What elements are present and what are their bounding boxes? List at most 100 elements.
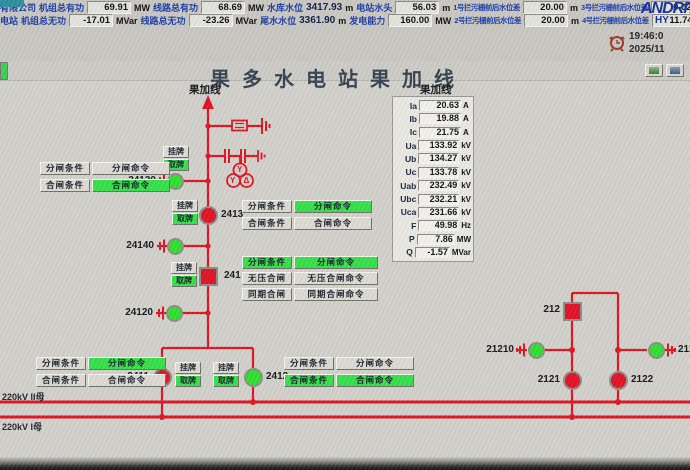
toolbar-icon-1[interactable] — [645, 64, 663, 77]
alarm-bell-icon — [608, 33, 626, 53]
tag-button-2413[interactable]: 挂牌 — [172, 200, 198, 212]
trashrack3-label: 3号拦污栅前后水位差 — [581, 2, 648, 13]
toolbar-icon-2[interactable] — [666, 64, 684, 77]
measure-row-ic: Ic21.75A — [395, 127, 471, 138]
close-cond-24130[interactable]: 合闸条件 — [40, 179, 90, 192]
label-2413: 2413 — [221, 209, 243, 220]
top-info-row-2: 电站 机组总无功 -17.01 MVar 线路总无功 -23.26 MVar 尾… — [0, 14, 690, 27]
measure-row-q: Q-1.57MVar — [395, 247, 471, 258]
trashrack1-value: 20.00 — [523, 1, 567, 14]
label-bus-1: 220kV I母 — [2, 420, 42, 433]
label-21210: 21210 — [482, 344, 514, 355]
titlebar-fragment — [0, 0, 24, 7]
units-total-q-value: -17.01 — [69, 14, 113, 27]
breaker-212[interactable] — [563, 302, 582, 321]
measure-value: 133.78 — [418, 167, 459, 178]
reservoir-level-label: 水库水位 — [267, 1, 303, 14]
close-cmd-2412[interactable]: 合闸命令 — [336, 374, 414, 387]
close-cond-2413[interactable]: 合闸条件 — [242, 217, 292, 230]
andritz-logo-text: ANDRIT — [641, 1, 690, 16]
tag-button-241[interactable]: 挂牌 — [171, 262, 197, 274]
sync-cond-241[interactable]: 同期合闸 — [242, 288, 292, 301]
lines-total-p-unit: MW — [248, 3, 264, 13]
open-cmd-241[interactable]: 分闸命令 — [294, 256, 378, 269]
disconnector-24140[interactable] — [167, 238, 184, 255]
clock-time: 19:46:0 — [629, 30, 690, 43]
sync-cmd-241[interactable]: 同期合闸命令 — [294, 288, 378, 301]
close-cmd-2413[interactable]: 合闸命令 — [294, 217, 372, 230]
measure-row-ib: Ib19.88A — [395, 113, 471, 124]
tag-button-2412[interactable]: 挂牌 — [213, 362, 239, 374]
close-cmd-2411[interactable]: 合闸命令 — [88, 374, 166, 387]
earthswitch-21210[interactable] — [528, 342, 545, 359]
label-21220: 21220 — [678, 344, 690, 355]
untag-button-241[interactable]: 取牌 — [171, 275, 197, 287]
untag-button-2413[interactable]: 取牌 — [172, 213, 198, 225]
side-green-tab[interactable] — [0, 62, 8, 80]
tailwater-level-label: 尾水水位 — [260, 14, 296, 27]
measure-unit: A — [463, 114, 469, 123]
trashrack2-unit: m — [571, 16, 579, 26]
measure-value: -1.57 — [415, 247, 450, 258]
measure-name: Ia — [395, 101, 417, 111]
open-cond-24130[interactable]: 分闸条件 — [40, 162, 90, 175]
capacity-unit: MW — [435, 16, 451, 26]
measure-name: Ubc — [395, 194, 416, 204]
measure-value: 7.86 — [417, 234, 455, 245]
reservoir-level-value: 3417.93 — [306, 2, 342, 13]
tag-button-2411[interactable]: 挂牌 — [175, 362, 201, 374]
disconnector-24120[interactable] — [166, 305, 183, 322]
novolt-cmd-241[interactable]: 无压合闸命令 — [294, 272, 378, 285]
measure-row-ub: Ub134.27kV — [395, 153, 471, 164]
trashrack2-value: 20.00 — [524, 14, 568, 27]
lines-total-p-label: 线路总有功 — [153, 1, 198, 14]
measure-row-ia: Ia20.63A — [395, 100, 471, 111]
measure-value: 49.98 — [418, 220, 459, 231]
panel-title: 果加线 — [420, 82, 452, 97]
close-cmd-24130[interactable]: 合闸命令 — [92, 179, 170, 192]
lines-total-q-unit: MVar — [236, 16, 258, 26]
trashrack4-label: 4号拦污栅前后水位差 — [582, 15, 649, 26]
open-cond-2413[interactable]: 分闸条件 — [242, 200, 292, 213]
andritz-logo-subtext: HY — [641, 16, 690, 26]
close-cond-2412[interactable]: 合闸条件 — [284, 374, 334, 387]
label-2122: 2122 — [631, 374, 653, 385]
label-212: 212 — [541, 304, 560, 315]
measure-value: 231.66 — [418, 207, 459, 218]
open-cmd-2411[interactable]: 分闸命令 — [88, 357, 166, 370]
breaker-241[interactable] — [199, 267, 218, 286]
open-cmd-24130[interactable]: 分闸命令 — [92, 162, 170, 175]
open-cmd-2413[interactable]: 分闸命令 — [294, 200, 372, 213]
open-cond-2412[interactable]: 分闸条件 — [284, 357, 334, 370]
measure-row-ubc: Ubc232.21kV — [395, 194, 471, 205]
measure-unit: kV — [461, 154, 471, 163]
disconnector-2122[interactable] — [609, 371, 628, 390]
measure-unit: kV — [461, 168, 471, 177]
open-cmd-2412[interactable]: 分闸命令 — [336, 357, 414, 370]
breaker-2413[interactable] — [199, 206, 218, 225]
earthswitch-21220[interactable] — [648, 342, 665, 359]
trashrack1-label: 1号拦污栅前后水位差 — [453, 2, 520, 13]
label-241: 241 — [224, 270, 241, 281]
head-label: 电站水头 — [356, 1, 392, 14]
toolbar-icon-1-glyph — [649, 67, 659, 74]
measure-name: Ua — [395, 141, 416, 151]
close-cond-2411[interactable]: 合闸条件 — [36, 374, 86, 387]
measure-name: F — [395, 221, 416, 231]
measure-value: 232.21 — [418, 194, 459, 205]
untag-button-2412[interactable]: 取牌 — [213, 375, 239, 387]
pt-winding-top: Y — [237, 166, 242, 174]
disconnector-2121[interactable] — [563, 371, 582, 390]
measure-name: Ub — [395, 154, 416, 164]
untag-button-2411[interactable]: 取牌 — [175, 375, 201, 387]
measure-value: 21.75 — [419, 127, 461, 138]
open-cond-2411[interactable]: 分闸条件 — [36, 357, 86, 370]
tag-button-24130[interactable]: 挂牌 — [163, 146, 189, 158]
open-cond-241[interactable]: 分闸条件 — [242, 256, 292, 269]
andritz-logo: ANDRIT HY — [641, 1, 690, 27]
toolbar-icon-2-glyph — [670, 67, 680, 74]
novolt-cond-241[interactable]: 无压合闸 — [242, 272, 292, 285]
clock-date: 2025/11 — [629, 43, 690, 56]
units-total-p-value: 69.91 — [87, 1, 131, 14]
disconnector-2412[interactable] — [244, 368, 263, 387]
